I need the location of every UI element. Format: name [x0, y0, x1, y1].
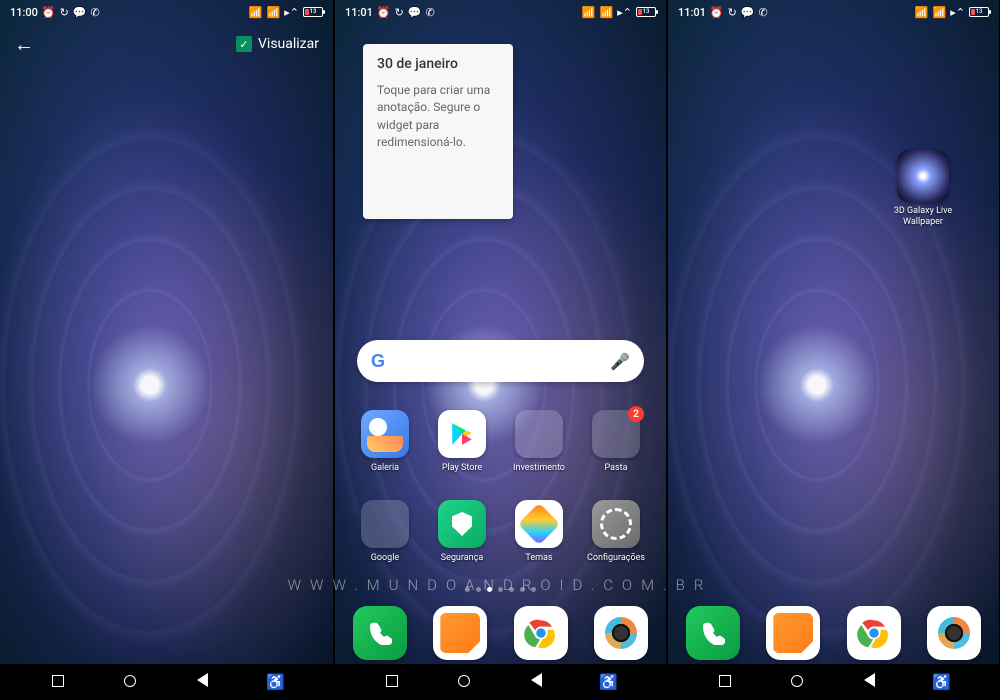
- screen-home-main: 11:01 ⏰ ↻ 💬 ✆ 📶 📶 ▸⌃ 13 30 de janeiro To…: [333, 0, 666, 700]
- sync-icon: ↻: [60, 7, 69, 18]
- shield-icon: [438, 500, 486, 548]
- navigation-bar: ♿: [0, 664, 333, 700]
- sync-icon: ↻: [728, 7, 737, 18]
- preview-top-bar: ← ✓ Visualizar: [0, 24, 333, 64]
- visualizar-label: Visualizar: [258, 36, 319, 52]
- nav-accessibility-icon[interactable]: ♿: [594, 673, 624, 691]
- notification-icon: 💬: [741, 7, 755, 18]
- signal-icon: 📶: [933, 7, 947, 18]
- nav-recents-icon[interactable]: [710, 673, 740, 691]
- app-configuracoes[interactable]: Configurações: [584, 500, 648, 563]
- nav-back-icon[interactable]: [855, 673, 885, 691]
- navigation-bar: ♿: [668, 664, 999, 700]
- themes-icon: [515, 500, 563, 548]
- dock-notes-icon[interactable]: [433, 606, 487, 660]
- folder-pasta[interactable]: 2 Pasta: [584, 410, 648, 473]
- notes-widget-body: Toque para criar uma anotação. Segure o …: [377, 82, 499, 152]
- nav-home-icon[interactable]: [115, 673, 145, 691]
- dock-chrome-icon[interactable]: [847, 606, 901, 660]
- nav-accessibility-icon[interactable]: ♿: [927, 673, 957, 691]
- folder-icon: [361, 500, 409, 548]
- nav-accessibility-icon[interactable]: ♿: [260, 673, 290, 691]
- folder-google[interactable]: Google: [353, 500, 417, 563]
- nav-recents-icon[interactable]: [43, 673, 73, 691]
- nav-recents-icon[interactable]: [377, 673, 407, 691]
- dock: [353, 606, 648, 660]
- notes-widget[interactable]: 30 de janeiro Toque para criar uma anota…: [363, 44, 513, 219]
- dock-camera-icon[interactable]: [927, 606, 981, 660]
- nav-back-icon[interactable]: [522, 673, 552, 691]
- app-temas[interactable]: Temas: [507, 500, 571, 563]
- notification-icon: 💬: [408, 7, 422, 18]
- status-bar: 11:00 ⏰ ↻ 💬 ✆ 📶 📶 ▸⌃ 13: [0, 0, 333, 22]
- whatsapp-icon: ✆: [91, 7, 100, 18]
- dock-camera-icon[interactable]: [594, 606, 648, 660]
- notification-icon: 💬: [73, 7, 87, 18]
- notes-widget-header: 30 de janeiro: [377, 56, 499, 72]
- signal-icon: 📶: [267, 7, 281, 18]
- dock-phone-icon[interactable]: [353, 606, 407, 660]
- dock: [686, 606, 981, 660]
- dock-notes-icon[interactable]: [766, 606, 820, 660]
- screen-wallpaper-preview: 11:00 ⏰ ↻ 💬 ✆ 📶 📶 ▸⌃ 13 ← ✓ Visualizar ♿: [0, 0, 333, 700]
- nav-home-icon[interactable]: [449, 673, 479, 691]
- folder-icon: 2: [592, 410, 640, 458]
- status-time: 11:01: [345, 6, 373, 19]
- notification-badge: 2: [628, 406, 644, 422]
- battery-icon: 13: [303, 7, 323, 17]
- gallery-icon: [361, 410, 409, 458]
- wifi-icon: ▸⌃: [950, 7, 965, 18]
- app-label: 3D Galaxy Live Wallpaper: [889, 206, 957, 228]
- nav-back-icon[interactable]: [188, 673, 218, 691]
- google-search-bar[interactable]: G 🎤: [357, 340, 644, 382]
- alarm-icon: ⏰: [710, 7, 724, 18]
- gear-icon: [592, 500, 640, 548]
- dock-phone-icon[interactable]: [686, 606, 740, 660]
- whatsapp-icon: ✆: [759, 7, 768, 18]
- status-bar: 11:01 ⏰ ↻ 💬 ✆ 📶 📶 ▸⌃ 13: [335, 0, 666, 22]
- checkbox-checked-icon: ✓: [236, 36, 252, 52]
- app-row-2: Google Segurança Temas Configurações: [353, 500, 648, 563]
- status-time: 11:00: [10, 6, 38, 19]
- wifi-icon: ▸⌃: [617, 7, 632, 18]
- folder-icon: [515, 410, 563, 458]
- google-logo-icon: G: [371, 351, 385, 372]
- battery-icon: 13: [969, 7, 989, 17]
- alarm-icon: ⏰: [42, 7, 56, 18]
- app-play-store[interactable]: Play Store: [430, 410, 494, 473]
- status-bar: 11:01 ⏰ ↻ 💬 ✆ 📶 📶 ▸⌃ 13: [668, 0, 999, 22]
- back-icon[interactable]: ←: [14, 32, 34, 57]
- signal-icon: 📶: [249, 7, 263, 18]
- signal-icon: 📶: [600, 7, 614, 18]
- navigation-bar: ♿: [335, 664, 666, 700]
- sync-icon: ↻: [395, 7, 404, 18]
- voice-search-icon[interactable]: 🎤: [610, 352, 630, 371]
- nav-home-icon[interactable]: [782, 673, 812, 691]
- folder-investimento[interactable]: Investimento: [507, 410, 571, 473]
- app-seguranca[interactable]: Segurança: [430, 500, 494, 563]
- status-time: 11:01: [678, 6, 706, 19]
- signal-icon: 📶: [582, 7, 596, 18]
- app-row-1: Galeria Play Store Investimento 2 Pasta: [353, 410, 648, 473]
- wifi-icon: ▸⌃: [284, 7, 299, 18]
- page-indicator: [335, 587, 666, 592]
- galaxy-app-icon: [897, 150, 949, 202]
- dock-chrome-icon[interactable]: [514, 606, 568, 660]
- signal-icon: 📶: [915, 7, 929, 18]
- screen-home-secondary: 11:01 ⏰ ↻ 💬 ✆ 📶 📶 ▸⌃ 13 3D Galaxy Live W…: [666, 0, 999, 700]
- whatsapp-icon: ✆: [426, 7, 435, 18]
- alarm-icon: ⏰: [377, 7, 391, 18]
- app-galeria[interactable]: Galeria: [353, 410, 417, 473]
- play-store-icon: [438, 410, 486, 458]
- app-3d-galaxy-wallpaper[interactable]: 3D Galaxy Live Wallpaper: [889, 150, 957, 228]
- visualizar-toggle[interactable]: ✓ Visualizar: [236, 36, 319, 52]
- battery-icon: 13: [636, 7, 656, 17]
